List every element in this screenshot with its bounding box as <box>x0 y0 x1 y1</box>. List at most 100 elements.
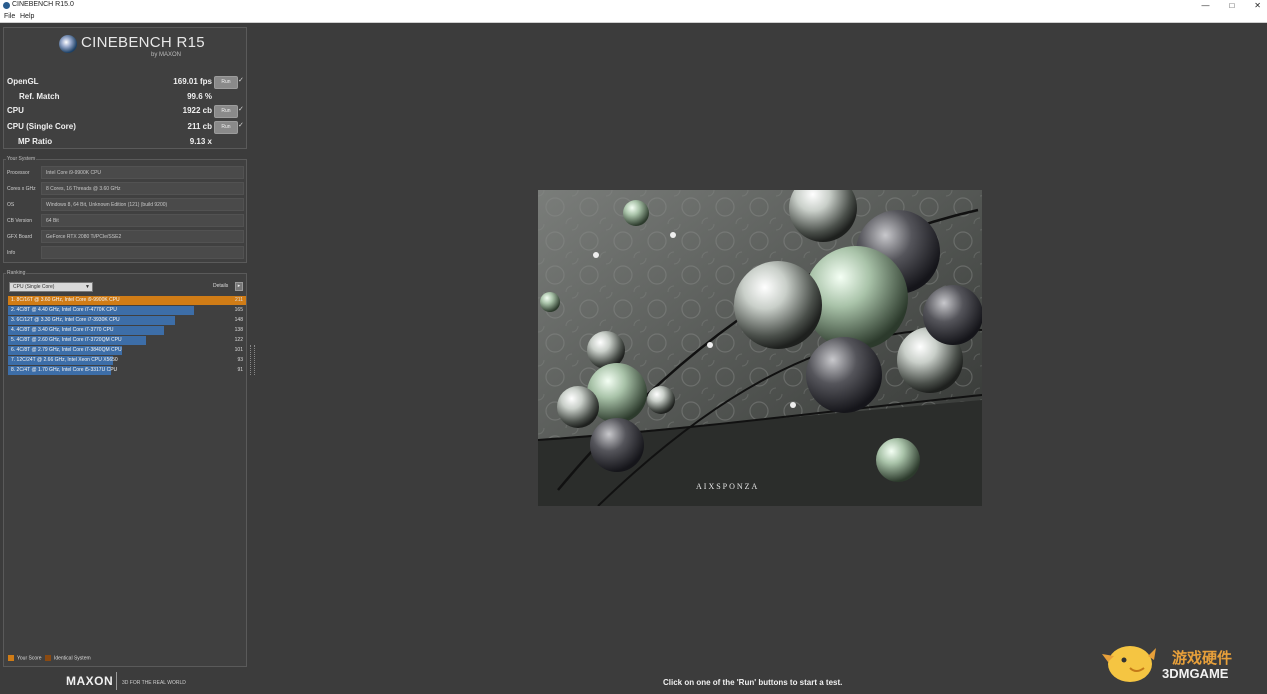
footer-tagline: 3D FOR THE REAL WORLD <box>122 680 186 686</box>
watermark-line1: 游戏硬件 <box>1172 650 1233 667</box>
window-title: CINEBENCH R15.0 <box>12 1 74 8</box>
ranking-label: 8. 2C/4T @ 1.70 GHz, Intel Core i5-3317U… <box>11 367 118 373</box>
system-value: Windows 8, 64 Bit, Unknown Edition (121)… <box>41 198 244 211</box>
ranking-label: 5. 4C/8T @ 2.60 GHz, Intel Core i7-3720Q… <box>11 337 122 343</box>
menu-file[interactable]: File <box>4 13 15 20</box>
chevron-down-icon: ▼ <box>85 284 90 290</box>
ranking-score: 101 <box>234 347 243 353</box>
cinebench-logo-icon <box>59 35 77 53</box>
scores-panel: CINEBENCH R15 by MAXON OpenGL 169.01 fps… <box>3 27 247 149</box>
render-preview-image: AIXSPONZA <box>538 190 982 506</box>
dropdown-value: CPU (Single Core) <box>13 284 55 290</box>
system-row-gfx: GFX Board GeForce RTX 2080 Ti/PCIe/SSE2 <box>7 230 245 244</box>
ranking-score: 91 <box>237 367 243 373</box>
checkbox-cpu[interactable]: ✓ <box>238 105 244 113</box>
ranking-row[interactable]: 6. 4C/8T @ 2.79 GHz, Intel Core i7-3840Q… <box>8 346 246 355</box>
window-controls: — □ ✕ <box>1201 0 1261 11</box>
ranking-score: 165 <box>234 307 243 313</box>
ranking-label: 4. 4C/8T @ 3.40 GHz, Intel Core i7-3770 … <box>11 327 114 333</box>
info-field[interactable] <box>41 246 244 259</box>
ranking-label: 2. 4C/8T @ 4.40 GHz, Intel Core i7-4770K… <box>11 307 117 313</box>
minimize-button[interactable]: — <box>1201 0 1209 11</box>
ranking-row[interactable]: 5. 4C/8T @ 2.60 GHz, Intel Core i7-3720Q… <box>8 336 246 345</box>
close-button[interactable]: ✕ <box>1254 0 1261 11</box>
score-label: Ref. Match <box>19 92 60 101</box>
ranking-legend: Your Score Identical System <box>8 655 91 661</box>
logo-title: CINEBENCH R15 <box>81 34 205 51</box>
ranking-score: 138 <box>234 327 243 333</box>
details-button[interactable]: ▸ <box>235 282 243 291</box>
score-value: 1922 cb <box>182 106 212 115</box>
score-label: CPU (Single Core) <box>7 122 76 131</box>
system-key: OS <box>7 202 15 208</box>
your-system-panel: Your System Processor Intel Core i9-9900… <box>3 156 247 263</box>
system-key: GFX Board <box>7 234 33 240</box>
panel-resize-handle[interactable] <box>250 345 255 375</box>
system-row-os: OS Windows 8, 64 Bit, Unknown Edition (1… <box>7 198 245 212</box>
system-row-info: Info <box>7 246 245 260</box>
score-value: 169.01 fps <box>173 77 212 86</box>
run-cpu-button[interactable]: Run <box>214 105 238 118</box>
cinebench-logo: CINEBENCH R15 by MAXON <box>4 28 246 70</box>
ranking-label: 6. 4C/8T @ 2.79 GHz, Intel Core i7-3840Q… <box>11 347 122 353</box>
system-key: Cores x GHz <box>7 186 36 192</box>
ranking-score: 93 <box>237 357 243 363</box>
system-value: 64 Bit <box>41 214 244 227</box>
system-row-cores: Cores x GHz 8 Cores, 16 Threads @ 3.60 G… <box>7 182 245 196</box>
ranking-score: 211 <box>235 297 243 303</box>
ranking-score: 122 <box>234 337 243 343</box>
ranking-label: 1. 8C/16T @ 3.60 GHz, Intel Core i9-9900… <box>11 297 120 303</box>
footer-divider <box>116 672 117 690</box>
mascot-icon <box>1102 646 1156 682</box>
render-scene <box>538 190 982 506</box>
ranking-dropdown[interactable]: CPU (Single Core) ▼ <box>9 282 93 292</box>
score-row-ref-match: Ref. Match 99.6 % <box>4 90 246 104</box>
ranking-row[interactable]: 2. 4C/8T @ 4.40 GHz, Intel Core i7-4770K… <box>8 306 246 315</box>
menu-help[interactable]: Help <box>20 13 34 20</box>
maximize-button[interactable]: □ <box>1229 0 1234 11</box>
checkbox-cpu-single[interactable]: ✓ <box>238 121 244 129</box>
ranking-panel: Ranking CPU (Single Core) ▼ Details ▸ 1.… <box>3 270 247 667</box>
your-score-swatch <box>8 655 14 661</box>
score-value: 211 cb <box>187 122 212 131</box>
details-label: Details <box>213 283 229 289</box>
run-opengl-button[interactable]: Run <box>214 76 238 89</box>
ranking-label: Ranking <box>6 270 27 276</box>
score-value: 99.6 % <box>187 92 212 101</box>
ranking-score: 148 <box>234 317 243 323</box>
system-value: GeForce RTX 2080 Ti/PCIe/SSE2 <box>41 230 244 243</box>
status-message: Click on one of the 'Run' buttons to sta… <box>663 678 843 687</box>
system-value: 8 Cores, 16 Threads @ 3.60 GHz <box>41 182 244 195</box>
app-icon <box>3 2 10 9</box>
ranking-row[interactable]: 7. 12C/24T @ 2.66 GHz, Intel Xeon CPU X5… <box>8 356 246 365</box>
score-label: OpenGL <box>7 77 39 86</box>
site-watermark: 游戏硬件 3DMGAME <box>1100 634 1260 686</box>
score-row-opengl: OpenGL 169.01 fps Run ✓ <box>4 75 246 89</box>
legend-your-score: Your Score <box>17 655 42 662</box>
title-bar: CINEBENCH R15.0 — □ ✕ <box>0 0 1267 11</box>
score-row-cpu-single: CPU (Single Core) 211 cb Run ✓ <box>4 120 246 134</box>
logo-by: by MAXON <box>151 52 182 58</box>
score-label: CPU <box>7 106 24 115</box>
score-row-cpu: CPU 1922 cb Run ✓ <box>4 104 246 118</box>
ranking-row[interactable]: 3. 6C/12T @ 3.30 GHz, Intel Core i7-3930… <box>8 316 246 325</box>
score-value: 9.13 x <box>189 137 212 146</box>
system-key: Processor <box>7 170 30 176</box>
system-key: Info <box>7 250 16 256</box>
run-cpu-single-button[interactable]: Run <box>214 121 238 134</box>
system-row-processor: Processor Intel Core i9-9900K CPU <box>7 166 245 180</box>
identical-system-swatch <box>44 655 51 661</box>
your-system-label: Your System <box>6 156 37 162</box>
ranking-row[interactable]: 1. 8C/16T @ 3.60 GHz, Intel Core i9-9900… <box>8 296 246 305</box>
legend-identical: Identical System <box>53 655 91 662</box>
ranking-label: 7. 12C/24T @ 2.66 GHz, Intel Xeon CPU X5… <box>11 357 118 363</box>
system-row-cb-version: CB Version 64 Bit <box>7 214 245 228</box>
ranking-row[interactable]: 4. 4C/8T @ 3.40 GHz, Intel Core i7-3770 … <box>8 326 246 335</box>
ranking-label: 3. 6C/12T @ 3.30 GHz, Intel Core i7-3930… <box>11 317 120 323</box>
score-row-mp-ratio: MP Ratio 9.13 x <box>4 135 246 149</box>
ranking-row[interactable]: 8. 2C/4T @ 1.70 GHz, Intel Core i5-3317U… <box>8 366 246 375</box>
checkbox-opengl[interactable]: ✓ <box>238 76 244 84</box>
watermark-line2: 3DMGAME <box>1162 666 1229 681</box>
render-watermark: AIXSPONZA <box>696 482 760 491</box>
system-key: CB Version <box>7 218 33 224</box>
